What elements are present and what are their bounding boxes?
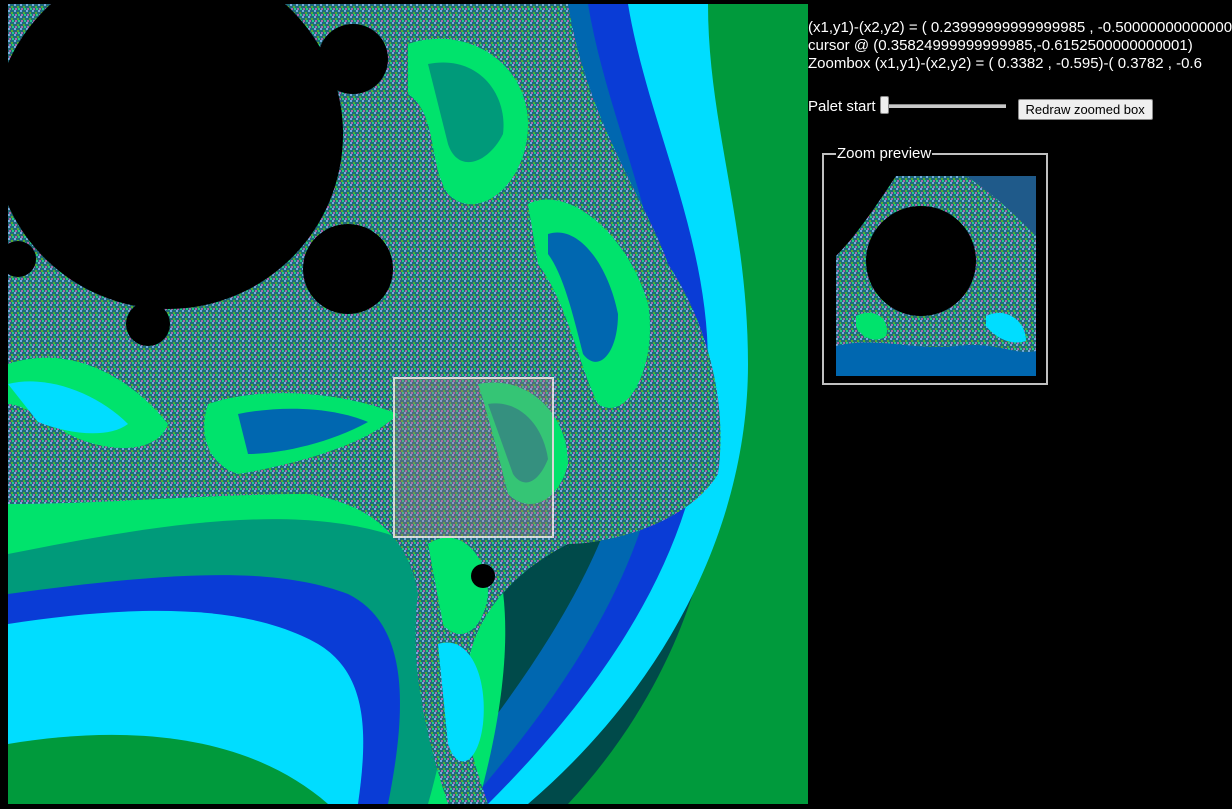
zoombox-coordinates: Zoombox (x1,y1)-(x2,y2) = ( 0.3382 , -0.… (808, 55, 1202, 72)
slider-thumb[interactable] (879, 96, 889, 114)
palet-controls: Palet start Redraw zoomed box (808, 92, 1153, 120)
zoom-preview-panel: Zoom preview (822, 145, 1048, 385)
zoom-selection-box[interactable] (393, 377, 554, 538)
fractal-canvas[interactable] (8, 4, 808, 804)
slider-track (883, 104, 1006, 108)
cursor-coordinates: cursor @ (0.35824999999999985,-0.6152500… (808, 37, 1193, 54)
redraw-zoomed-box-button[interactable]: Redraw zoomed box (1017, 98, 1153, 120)
zoom-preview-canvas (836, 176, 1036, 376)
palet-start-label: Palet start (808, 97, 876, 115)
palet-start-slider[interactable] (879, 96, 1010, 116)
info-panel: (x1,y1)-(x2,y2) = ( 0.23999999999999985 … (808, 19, 1232, 73)
zoom-preview-legend: Zoom preview (837, 145, 932, 162)
view-coordinates: (x1,y1)-(x2,y2) = ( 0.23999999999999985 … (808, 19, 1232, 36)
zoom-preview-image (836, 176, 1036, 376)
